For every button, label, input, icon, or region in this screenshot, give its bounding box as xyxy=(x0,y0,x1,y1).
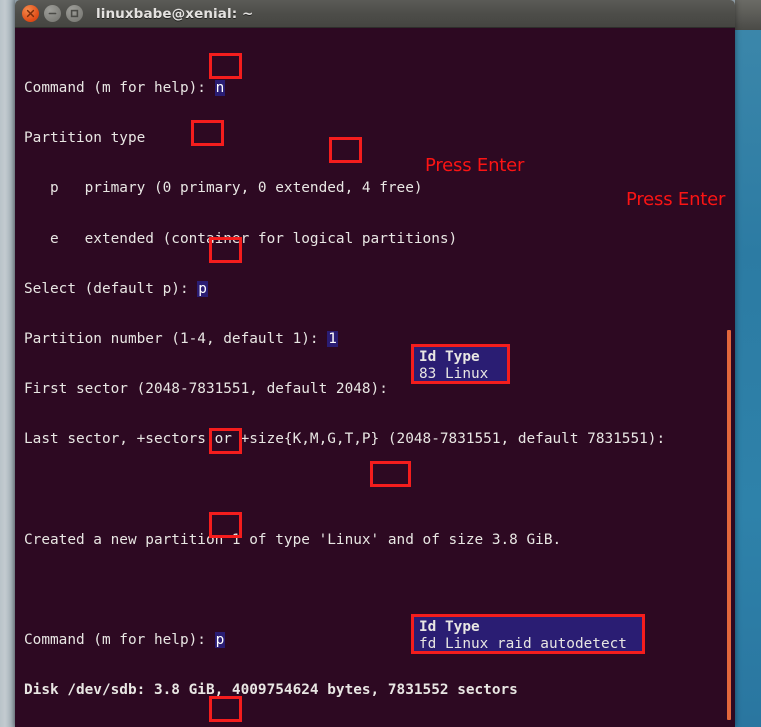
terminal-window: linuxbabe@xenial: ~ Command (m for help)… xyxy=(15,0,735,727)
typed-key: n xyxy=(214,80,226,97)
line-text: Partition type xyxy=(24,130,146,147)
terminal-line: Command (m for help): n xyxy=(24,80,722,97)
terminal-scrollbar-track[interactable] xyxy=(723,28,735,727)
terminal-line: e extended (container for logical partit… xyxy=(24,231,722,248)
window-titlebar[interactable]: linuxbabe@xenial: ~ xyxy=(15,0,735,28)
terminal-scrollbar-thumb[interactable] xyxy=(727,330,731,720)
line-text: Created a new partition 1 of type 'Linux… xyxy=(24,531,562,548)
typed-key: 1 xyxy=(327,330,338,347)
id-type-header-2: Id Type xyxy=(419,619,480,635)
line-text: e extended (container for logical partit… xyxy=(24,230,458,247)
terminal-line: First sector (2048-7831551, default 2048… xyxy=(24,381,722,398)
line-text: Disk /dev/sdb: 3.8 GiB, 4009754624 bytes… xyxy=(24,682,518,699)
maximize-icon[interactable] xyxy=(66,5,83,22)
line-text: Command (m for help): xyxy=(24,80,215,97)
terminal-line: Select (default p): p xyxy=(24,280,722,298)
terminal-body[interactable]: Command (m for help): n Partition type p… xyxy=(15,28,735,727)
terminal-line: Created a new partition 1 of type 'Linux… xyxy=(24,532,722,549)
terminal-line: Partition type xyxy=(24,130,722,147)
line-text: Select (default p): xyxy=(24,280,198,297)
terminal-line: Partition number (1-4, default 1): 1 xyxy=(24,330,722,348)
line-text: Partition number (1-4, default 1): xyxy=(24,330,328,347)
desktop-background-right xyxy=(735,0,761,727)
line-text: Command (m for help): xyxy=(24,631,215,648)
minimize-icon[interactable] xyxy=(44,5,61,22)
line-text: Last sector, +sectors or +size{K,M,G,T,P… xyxy=(24,431,666,448)
annotation-press-enter-1: Press Enter xyxy=(425,155,525,176)
desktop-panel-right xyxy=(735,0,761,30)
window-controls xyxy=(22,5,83,22)
window-title: linuxbabe@xenial: ~ xyxy=(96,5,254,22)
terminal-line: p primary (0 primary, 0 extended, 4 free… xyxy=(24,180,722,197)
close-icon[interactable] xyxy=(22,5,39,22)
id-type-value-1: 83 Linux xyxy=(419,366,489,382)
terminal-line: Disk /dev/sdb: 3.8 GiB, 4009754624 bytes… xyxy=(24,682,722,699)
typed-key: p xyxy=(214,631,226,648)
line-text: p primary (0 primary, 0 extended, 4 free… xyxy=(24,180,423,197)
line-text: First sector (2048-7831551, default 2048… xyxy=(24,381,397,398)
typed-key: p xyxy=(197,280,208,297)
annotation-press-enter-2: Press Enter xyxy=(626,189,726,210)
terminal-line: Last sector, +sectors or +size{K,M,G,T,P… xyxy=(24,431,722,448)
id-type-header-1: Id Type xyxy=(419,349,480,365)
id-type-value-2: fd Linux raid autodetect xyxy=(419,636,627,652)
